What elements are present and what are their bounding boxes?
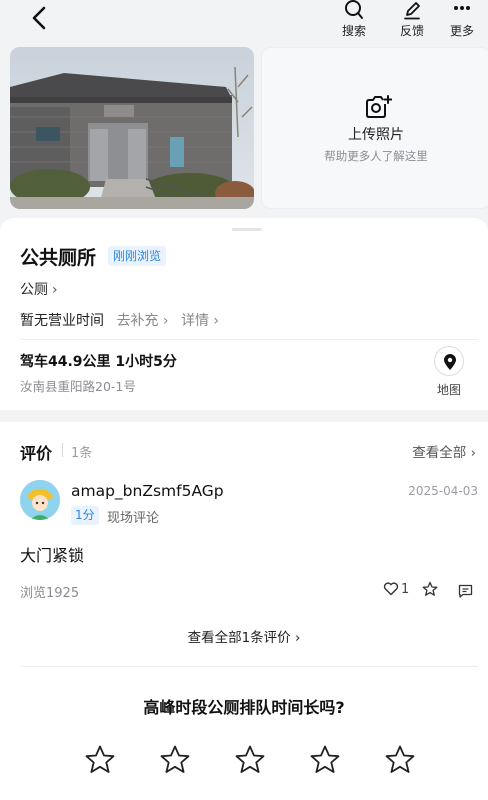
favorite-button[interactable] — [422, 581, 438, 601]
view-all-reviews-link[interactable]: 查看全部 › — [412, 441, 476, 461]
hours-text: 暂无营业时间 — [20, 313, 104, 329]
chevron-right-icon: › — [470, 445, 476, 461]
review-type: 现场评论 — [107, 511, 160, 526]
more-label: 更多 — [449, 24, 474, 38]
feedback-button[interactable]: 反馈 — [392, 0, 432, 39]
view-all-label: 查看全部 — [412, 445, 467, 461]
category-link[interactable]: 公厕 › — [20, 279, 58, 299]
map-button[interactable]: 地图 — [432, 346, 466, 398]
rating-star-4[interactable] — [309, 744, 341, 776]
drag-handle[interactable] — [232, 228, 262, 231]
location-pin-icon — [444, 354, 456, 370]
upload-photo-card[interactable]: 上传照片 帮助更多人了解这里 — [261, 47, 488, 209]
rating-star-1[interactable] — [84, 744, 116, 776]
edit-icon — [404, 2, 420, 20]
map-button-circle — [434, 346, 464, 376]
like-button[interactable]: 1 — [383, 581, 409, 597]
reviews-title: 评价 — [20, 444, 53, 463]
rating-star-5[interactable] — [384, 744, 416, 776]
reviews-count: 1条 — [71, 446, 93, 461]
avatar-illustration — [20, 480, 60, 520]
search-button[interactable]: 搜索 — [334, 0, 374, 39]
search-label: 搜索 — [341, 24, 366, 38]
rating-stars — [84, 744, 424, 778]
review-views: 浏览1925 — [20, 586, 80, 601]
view-all-bottom-label: 查看全部1条评价 — [187, 630, 291, 646]
supplement-link[interactable]: 去补充 › — [116, 313, 168, 329]
avatar[interactable] — [20, 480, 60, 520]
recent-tag: 刚刚浏览 — [108, 246, 167, 266]
feedback-label: 反馈 — [399, 24, 424, 38]
camera-plus-icon — [366, 95, 392, 118]
building-photo — [10, 47, 254, 209]
map-label: 地图 — [436, 383, 461, 397]
detail-label: 详情 — [180, 313, 209, 329]
review-username[interactable]: amap_bnZsmf5AGp — [71, 482, 224, 500]
chevron-right-icon: › — [52, 282, 58, 298]
poi-photo[interactable] — [10, 47, 254, 209]
route-info: 驾车44.9公里 1小时5分 — [20, 354, 177, 370]
rating-star-3[interactable] — [234, 744, 266, 776]
review-score-badge: 1分 — [71, 506, 99, 525]
more-button[interactable]: 更多 — [442, 0, 482, 39]
top-bar: 搜索 反馈 更多 — [0, 0, 488, 44]
heart-icon — [383, 582, 399, 596]
chevron-right-icon: › — [294, 630, 301, 646]
view-all-reviews-bottom-link[interactable]: 查看全部1条评价 › — [0, 626, 488, 646]
survey-question: 高峰时段公厕排队时间长吗? — [143, 698, 345, 717]
rating-star-2[interactable] — [159, 744, 191, 776]
category-label: 公厕 — [20, 282, 48, 298]
chevron-left-icon — [32, 6, 46, 30]
poi-title: 公共厕所 — [20, 247, 97, 269]
back-button[interactable] — [26, 4, 54, 32]
address: 汝南县重阳路20-1号 — [20, 379, 136, 394]
title-separator — [62, 443, 63, 457]
search-icon — [345, 0, 363, 19]
like-count: 1 — [401, 582, 410, 597]
review-body: 大门紧锁 — [20, 546, 85, 565]
reviews-card: 评价 1条 查看全部 › amap_bnZsmf5AGp 2025-04-03 … — [0, 422, 488, 800]
detail-link[interactable]: 详情 › — [181, 313, 219, 329]
supplement-label: 去补充 — [116, 313, 159, 329]
review-date: 2025-04-03 — [408, 484, 478, 498]
hours-row: 暂无营业时间 去补充 › 详情 › — [20, 310, 219, 330]
upload-title: 上传照片 — [348, 127, 404, 143]
upload-subtitle: 帮助更多人了解这里 — [324, 149, 428, 163]
star-outline-icon — [422, 581, 438, 596]
divider — [20, 339, 478, 340]
comment-icon — [458, 584, 473, 598]
comment-button[interactable] — [458, 583, 473, 602]
more-icon — [454, 6, 470, 10]
divider — [20, 666, 478, 667]
poi-info-card: 公共厕所 刚刚浏览 公厕 › 暂无营业时间 去补充 › 详情 › 驾车44.9公里… — [0, 218, 488, 410]
